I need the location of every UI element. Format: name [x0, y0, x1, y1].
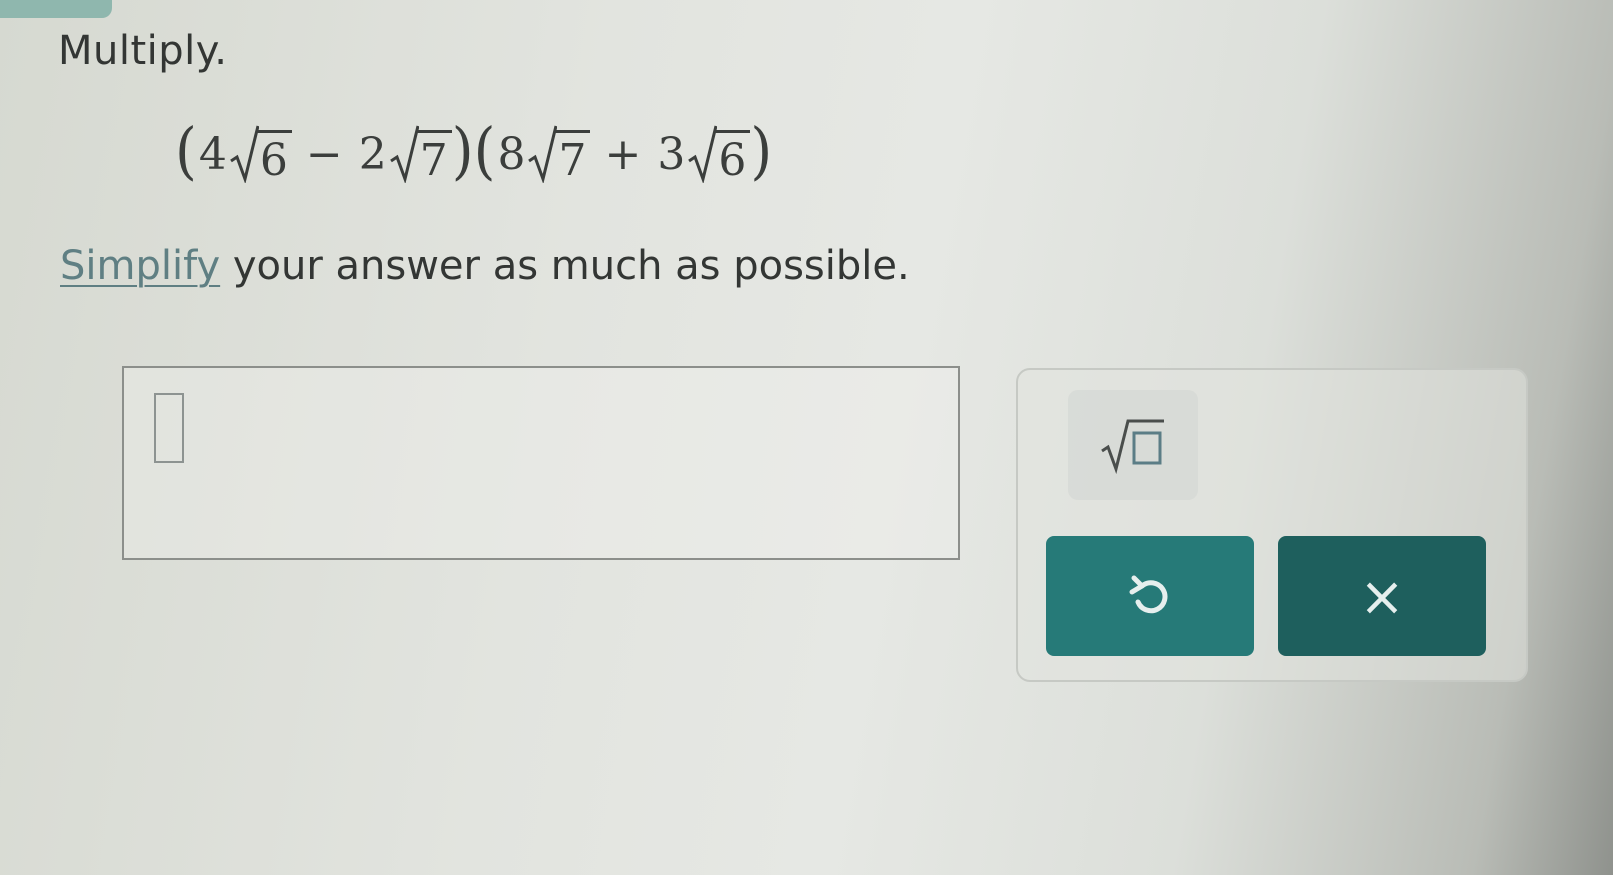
radicand-1: 6 — [255, 130, 292, 183]
math-tool-panel: × — [1016, 368, 1528, 682]
radicand-4: 6 — [714, 130, 751, 183]
open-paren: ( — [175, 115, 197, 188]
math-expression: ( 4 6 − 2 7 ) ( 8 7 + 3 6 ) — [175, 121, 772, 183]
radical-2: 7 — [389, 125, 452, 183]
square-root-template-icon — [1101, 419, 1164, 475]
square-root-button[interactable] — [1068, 390, 1198, 500]
simplify-rest-text: your answer as much as possible. — [220, 243, 910, 289]
simplify-instruction: Simplify your answer as much as possible… — [60, 243, 910, 289]
coefficient-1: 4 — [198, 128, 227, 180]
open-paren-2: ( — [473, 115, 496, 188]
radical-1: 6 — [229, 125, 292, 183]
radicand-3: 7 — [554, 130, 591, 183]
undo-button[interactable] — [1046, 536, 1254, 656]
answer-slot[interactable] — [154, 393, 184, 463]
operator-plus: + — [604, 128, 642, 180]
instruction-text: Multiply. — [58, 28, 228, 74]
radical-sign-icon — [528, 125, 558, 183]
radical-sign-icon — [389, 125, 419, 183]
radical-4: 6 — [687, 125, 751, 183]
radical-3: 7 — [527, 125, 591, 183]
coefficient-2: 2 — [358, 128, 387, 180]
close-paren: ) — [451, 115, 474, 188]
coefficient-3: 8 — [497, 128, 526, 180]
simplify-link[interactable]: Simplify — [60, 243, 220, 289]
close-paren-2: ) — [750, 115, 773, 188]
radicand-2: 7 — [415, 130, 452, 183]
answer-input-box[interactable] — [122, 366, 960, 560]
coefficient-4: 3 — [657, 128, 686, 180]
radical-sign-icon — [230, 125, 259, 183]
top-tab-accent — [0, 0, 112, 18]
clear-button[interactable]: × — [1278, 536, 1486, 656]
undo-icon — [1129, 575, 1168, 614]
operator-minus: − — [305, 128, 343, 180]
clear-icon: × — [1359, 564, 1405, 628]
radical-sign-icon — [688, 125, 718, 183]
